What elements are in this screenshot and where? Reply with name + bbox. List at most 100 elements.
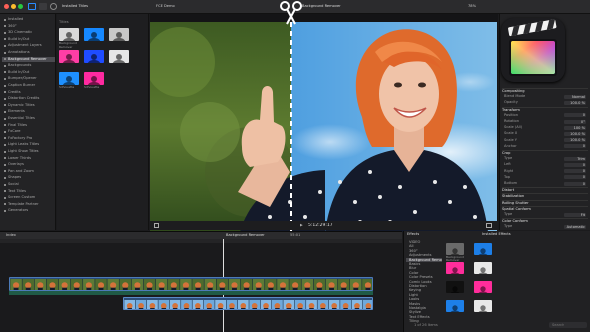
timeline-ruler[interactable] [0,239,402,243]
sidebar-item[interactable]: Shapes [2,175,55,180]
inspector-value-field[interactable]: 0 [564,113,586,118]
sidebar-item[interactable]: Distortion Credits [2,96,55,101]
sidebar-item[interactable]: Social [2,182,55,187]
folder-icon [4,77,6,80]
effect-thumbnail[interactable] [446,243,464,255]
sidebar-item[interactable]: Dynamic Titles [2,103,55,108]
sidebar-item-label: Final Titles [8,122,27,127]
close-window-button[interactable] [4,4,9,9]
sidebar-item[interactable]: Light Show Titles [2,149,55,154]
inspector-value-field[interactable]: 0 [564,175,586,180]
inspector-value-field[interactable]: 0° [564,119,586,124]
inspector-value-field[interactable]: 0 [564,144,586,149]
inspector-value-field[interactable]: 100.0 % [564,138,586,143]
sidebar-item[interactable]: Caption Burner [2,83,55,88]
sidebar-item[interactable]: Build In/Out [2,37,55,42]
effect-thumbnail[interactable] [446,262,464,274]
title-thumbnail[interactable] [84,50,104,63]
effect-thumbnail[interactable] [474,300,492,312]
timecode[interactable]: 5:12:29:17 [308,223,333,228]
zoom-window-button[interactable] [18,4,23,9]
sidebar-item[interactable]: 3D Cinematic [2,30,55,35]
effects-search-field[interactable]: Search [549,322,587,328]
sidebar-item[interactable]: Annotations [2,50,55,55]
title-thumbnail[interactable] [84,28,104,41]
index-button[interactable]: Index [6,233,16,238]
inspector-section-header[interactable]: Stabilization [502,193,588,198]
connected-clip-filmstrip [124,300,372,309]
inspector-value-field[interactable]: 100.0 % [564,131,586,136]
sidebar-item[interactable]: FxFactory Pro [2,136,55,141]
effect-thumbnail[interactable] [446,300,464,312]
sidebar-item[interactable]: Installed [2,17,55,22]
inspector-value-field[interactable]: Normal [564,94,586,99]
inspector-value-field[interactable]: Trim [564,156,586,161]
primary-audio[interactable] [9,291,373,295]
inspector-section-header[interactable]: Color Conform [502,218,588,223]
title-thumbnail[interactable] [109,50,129,63]
libraries-icon[interactable] [28,3,36,10]
inspector-value-field[interactable]: 100.0 % [564,100,586,105]
sidebar-item[interactable]: Credits [2,90,55,95]
sidebar-item[interactable]: 360° [2,24,55,29]
inspector-value-field[interactable]: 100 % [564,125,586,130]
sidebar-item[interactable]: Adjustment Layers [2,43,55,48]
sidebar-item[interactable]: Overlays [2,162,55,167]
titles-icon[interactable] [50,3,57,10]
title-thumbnail[interactable] [84,72,104,85]
effect-thumbnail[interactable] [446,281,464,293]
title-thumbnail[interactable] [59,50,79,63]
sidebar-item[interactable]: Elements [2,109,55,114]
sidebar-item[interactable]: Light Leaks Titles [2,142,55,147]
person-silhouette-icon [87,54,101,63]
inspector-section-header[interactable]: Rolling Shutter [502,199,588,205]
effect-thumbnail[interactable] [474,281,492,293]
inspector-label: Opacity [504,100,518,105]
fullscreen-icon[interactable] [486,223,492,228]
inspector-value-field[interactable]: 0 [564,162,586,167]
sidebar-item[interactable]: Generators [2,208,55,213]
sidebar-item[interactable]: Screen Custom [2,195,55,200]
inspector-row: Scale (All) 100 % [502,125,588,130]
sidebar-item[interactable]: Text Titles [2,189,55,194]
sidebar-item[interactable]: Pan and Zoom [2,169,55,174]
inspector-section-header[interactable]: Compositing [502,88,588,93]
minimize-window-button[interactable] [11,4,16,9]
title-thumbnail[interactable] [109,28,129,41]
effect-thumbnail[interactable] [474,243,492,255]
inspector-value-field[interactable]: 0 [564,181,586,186]
viewer-frame[interactable] [150,22,497,232]
inspector-section-header[interactable]: Crop [502,150,588,155]
sidebar-item[interactable]: Backgrounds [2,63,55,68]
person-silhouette-icon [450,286,460,293]
sidebar-item[interactable]: Lower Thirds [2,156,55,161]
folder-icon [4,91,6,94]
viewer-options-icon[interactable] [154,223,159,228]
title-thumbnail[interactable] [59,28,79,41]
play-icon[interactable]: ▶ [300,223,303,228]
title-thumbnail[interactable] [59,72,79,85]
sidebar-item[interactable]: Template Partner [2,202,55,207]
photos-icon[interactable] [39,3,47,10]
folder-icon [4,38,6,41]
zoom-value[interactable]: 78% [468,4,476,9]
folder-icon [4,104,6,107]
inspector-value-field[interactable]: Fit [564,212,586,217]
connected-clip[interactable] [123,297,373,310]
inspector-value-field[interactable]: 0 [564,169,586,174]
sidebar-item[interactable]: FxCore [2,129,55,134]
sidebar-item[interactable]: Final Titles [2,123,55,128]
sidebar-item[interactable]: Essential Titles [2,116,55,121]
sidebar-item-label: Dynamic Titles [8,102,35,107]
person-silhouette-icon [478,248,488,255]
inspector-value-field[interactable]: Automatic [564,224,586,229]
sidebar-item[interactable]: Bumper/Opener [2,76,55,81]
sidebar-item[interactable]: Build In/Out [2,70,55,75]
inspector-section-header[interactable]: Transform [502,106,588,112]
primary-clip[interactable] [9,277,373,291]
inspector-section-header[interactable]: Spatial Conform [502,205,588,211]
effects-category[interactable]: Tiling [406,319,442,323]
sidebar-item[interactable]: Background Remover [2,56,55,62]
inspector-section-header[interactable]: Distort [502,187,588,192]
effect-thumbnail[interactable] [474,262,492,274]
